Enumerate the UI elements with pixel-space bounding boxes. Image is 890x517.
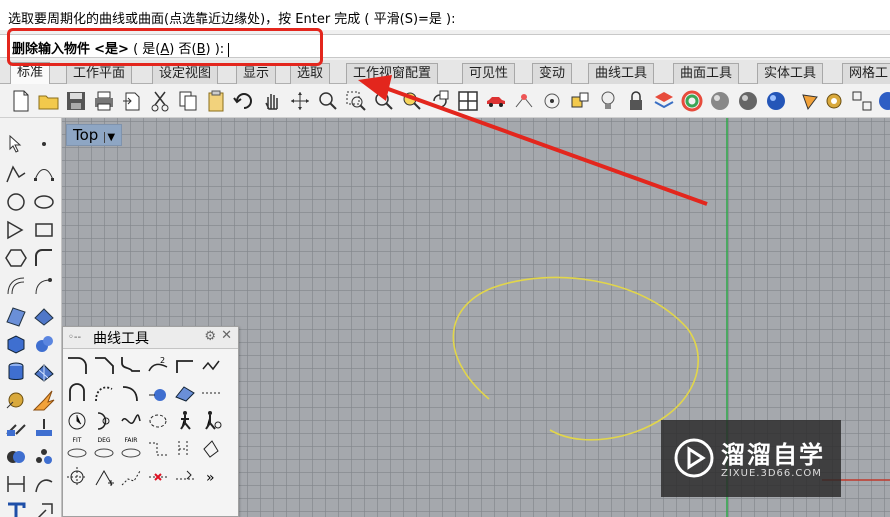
watermark-subtitle: ZIXUE.3D66.COM	[721, 468, 822, 479]
arrow-head	[358, 75, 392, 101]
watermark: 溜溜自学 ZIXUE.3D66.COM	[661, 420, 841, 497]
watermark-title: 溜溜自学	[721, 441, 825, 469]
rhino-window: 选取要周期化的曲线或曲面(点选靠近边缘处)，按 Enter 完成 ( 平滑(S)…	[0, 0, 890, 517]
arrow-shaft	[379, 84, 708, 206]
watermark-logo-icon	[674, 438, 714, 478]
